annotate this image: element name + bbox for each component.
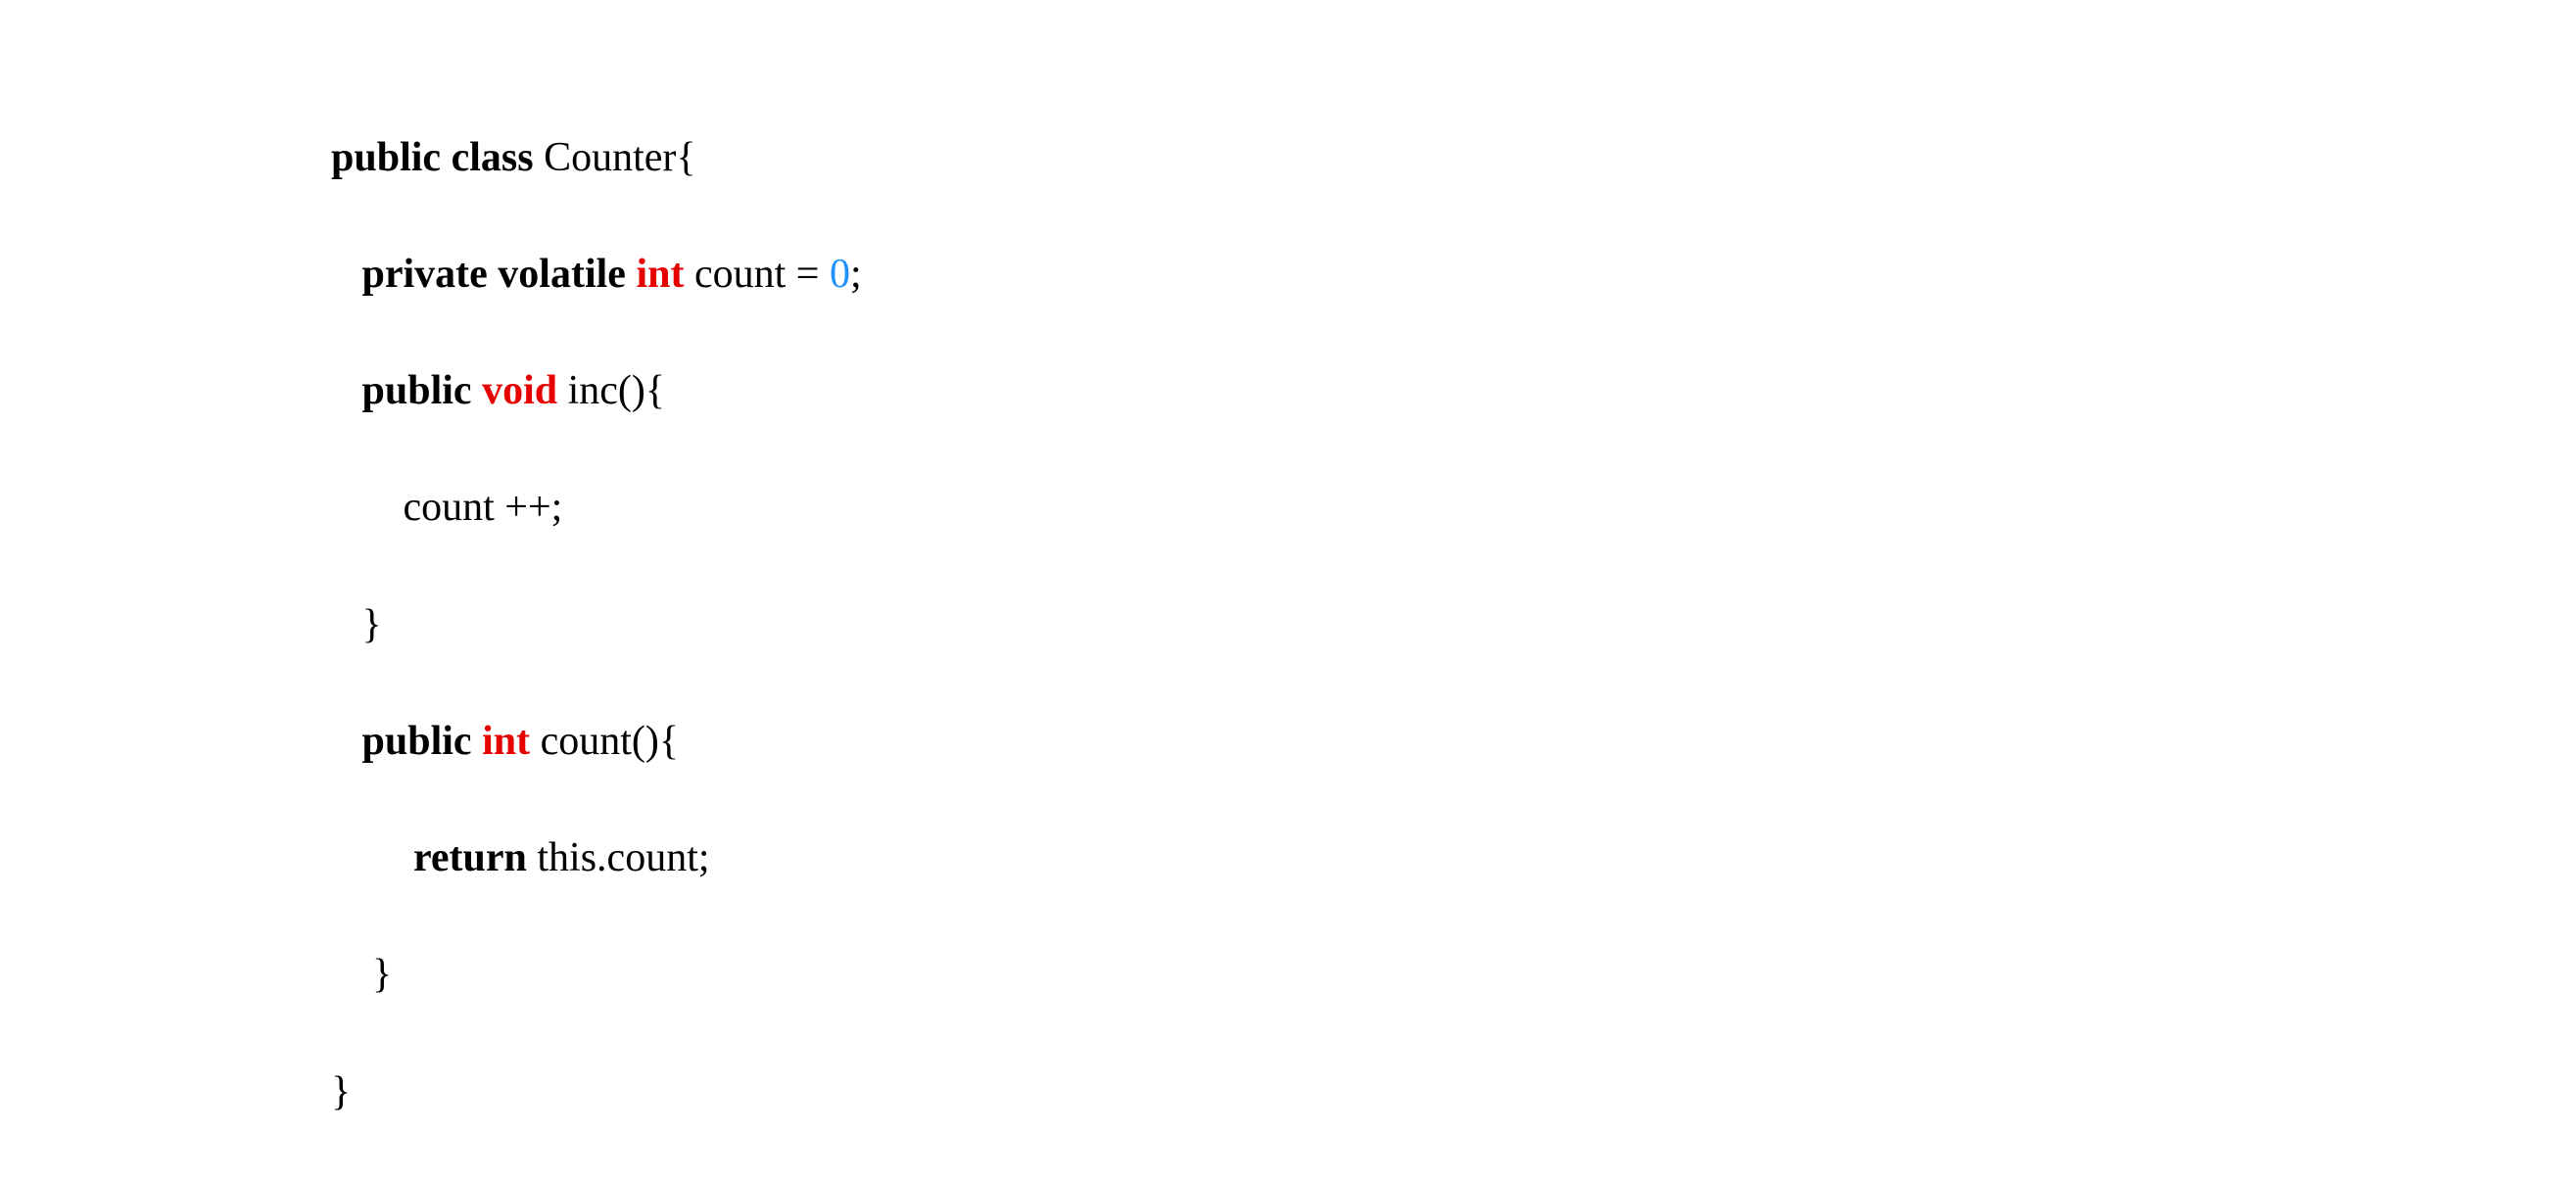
return-expr: this.count; [537,835,709,880]
keyword-public: public [331,135,441,180]
class-name: Counter [544,135,676,180]
type-void: void [482,368,557,413]
keyword-public: public [362,719,472,764]
keyword-class: class [452,135,534,180]
paren-brace: (){ [632,719,679,764]
code-line-6: public int count(){ [331,713,862,772]
equals-sign: = [796,252,820,297]
brace-open: { [676,135,695,180]
brace-close: } [331,1069,351,1114]
code-line-4: count ++; [331,479,862,538]
type-int: int [636,252,684,297]
brace-close: } [372,952,392,997]
semicolon: ; [850,252,862,297]
method-name: inc [568,368,618,413]
paren-brace: (){ [618,368,665,413]
code-line-5: } [331,596,862,655]
var-name: count [694,252,786,297]
brace-close: } [362,602,382,647]
method-name: count [541,719,632,764]
keyword-return: return [413,835,527,880]
keyword-public: public [362,368,472,413]
code-block: public class Counter{ private volatile i… [331,71,862,1180]
code-line-8: } [331,946,862,1005]
code-line-1: public class Counter{ [331,129,862,188]
keyword-volatile: volatile [498,252,626,297]
literal-zero: 0 [830,252,850,297]
type-int: int [482,719,530,764]
code-line-7: return this.count; [331,829,862,888]
code-line-3: public void inc(){ [331,362,862,421]
code-line-2: private volatile int count = 0; [331,246,862,305]
keyword-private: private [362,252,488,297]
statement: count ++; [404,485,563,530]
code-line-9: } [331,1063,862,1122]
